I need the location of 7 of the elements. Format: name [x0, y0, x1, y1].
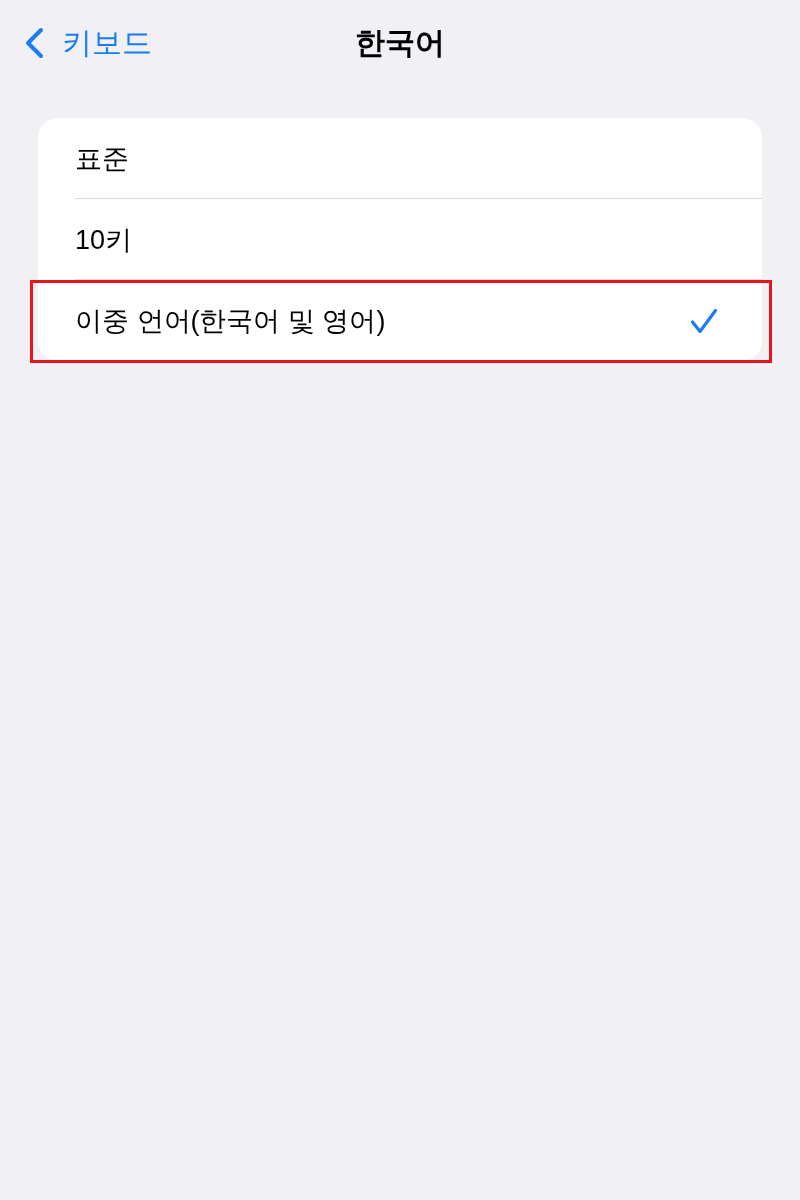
keyboard-layout-option[interactable]: 10키 — [38, 199, 762, 280]
keyboard-layout-option[interactable]: 표준 — [38, 118, 762, 199]
back-button[interactable]: 키보드 — [24, 22, 152, 64]
keyboard-layout-option[interactable]: 이중 언어(한국어 및 영어) — [38, 280, 762, 361]
chevron-left-icon — [24, 27, 44, 59]
checkmark-icon — [690, 307, 718, 334]
screen-title: 한국어 — [355, 24, 445, 61]
